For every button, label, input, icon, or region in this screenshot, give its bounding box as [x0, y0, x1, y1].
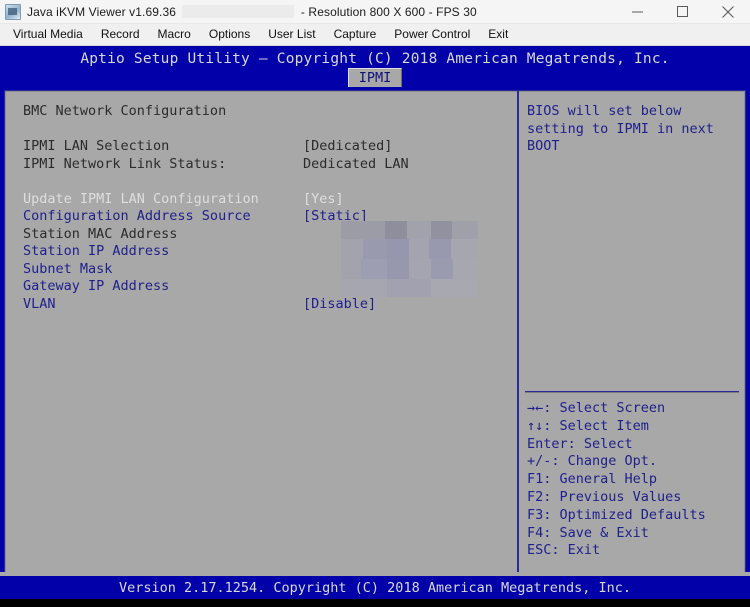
setting-label: Update IPMI LAN Configuration: [23, 190, 259, 207]
window-controls: [615, 0, 750, 23]
legend-esc-exit: ESC: Exit: [527, 542, 601, 559]
close-icon[interactable]: [705, 0, 750, 23]
menu-user-list[interactable]: User List: [259, 25, 324, 44]
setting-row-vlan[interactable]: VLAN [Disable]: [23, 296, 517, 314]
legend-select-screen: →←: Select Screen: [527, 400, 666, 416]
bios-content-panel: BMC Network Configuration IPMI LAN Selec…: [4, 90, 746, 580]
setting-row-station-mac-address: Station MAC Address: [23, 226, 517, 244]
bios-footer: Version 2.17.1254. Copyright (C) 2018 Am…: [0, 576, 750, 599]
menu-virtual-media[interactable]: Virtual Media: [4, 25, 92, 44]
kvm-viewer-window: Java iKVM Viewer v1.69.36 - Resolution 8…: [0, 0, 750, 607]
setting-value: Dedicated LAN: [303, 155, 409, 172]
menu-capture[interactable]: Capture: [325, 25, 386, 44]
legend-select-item: ↑↓: Select Item: [527, 417, 649, 434]
setting-label: Station MAC Address: [23, 225, 178, 242]
menu-bar: Virtual Media Record Macro Options User …: [0, 24, 750, 46]
section-title: BMC Network Configuration: [23, 103, 227, 119]
setting-row-station-ip-address[interactable]: Station IP Address: [23, 243, 517, 261]
window-title-suffix: - Resolution 800 X 600 - FPS 30: [300, 4, 477, 19]
setting-row-configuration-address-source[interactable]: Configuration Address Source [Static]: [23, 208, 517, 226]
legend-f3-optimized-defaults: F3: Optimized Defaults: [527, 506, 706, 523]
setting-value: [Disable]: [303, 295, 377, 312]
setting-row-ipmi-lan-selection[interactable]: IPMI LAN Selection [Dedicated]: [23, 138, 517, 156]
setting-label: Configuration Address Source: [23, 208, 251, 224]
menu-options[interactable]: Options: [200, 25, 259, 44]
bios-tab-row: IPMI: [0, 68, 750, 87]
help-pane: BIOS will set below setting to IPMI in n…: [521, 91, 745, 579]
legend-f2-previous-values: F2: Previous Values: [527, 488, 682, 505]
setting-value: [Static]: [303, 208, 369, 224]
bios-header: Aptio Setup Utility – Copyright (C) 2018…: [0, 46, 750, 90]
bios-header-title: Aptio Setup Utility – Copyright (C) 2018…: [80, 51, 670, 67]
menu-macro[interactable]: Macro: [149, 25, 200, 44]
help-divider: [525, 391, 739, 393]
help-text: BIOS will set below setting to IPMI in n…: [527, 103, 723, 154]
legend-enter-select: Enter: Select: [527, 435, 633, 452]
setting-label: IPMI Network Link Status:: [23, 155, 227, 172]
setting-label: IPMI LAN Selection: [23, 138, 170, 154]
setting-row-gateway-ip-address[interactable]: Gateway IP Address: [23, 278, 517, 296]
key-legend: →←: Select Screen ↑↓: Select Item Enter:…: [527, 400, 743, 560]
menu-record[interactable]: Record: [92, 25, 149, 44]
setting-label: VLAN: [23, 295, 56, 312]
maximize-icon[interactable]: [660, 0, 705, 23]
bios-screen: Aptio Setup Utility – Copyright (C) 2018…: [0, 46, 750, 607]
setting-row-subnet-mask[interactable]: Subnet Mask: [23, 261, 517, 279]
setting-label: Subnet Mask: [23, 260, 113, 277]
setting-label: Gateway IP Address: [23, 278, 170, 294]
window-title-app: Java iKVM Viewer v1.69.36: [27, 4, 177, 19]
pane-divider: [517, 91, 519, 579]
kvm-app-icon: [5, 3, 21, 20]
settings-pane: BMC Network Configuration IPMI LAN Selec…: [5, 91, 517, 579]
menu-power-control[interactable]: Power Control: [385, 25, 479, 44]
setting-label: Station IP Address: [23, 243, 170, 259]
legend-f4-save-exit: F4: Save & Exit: [527, 524, 649, 541]
menu-exit[interactable]: Exit: [479, 25, 517, 44]
legend-change-opt: +/-: Change Opt.: [527, 453, 658, 470]
setting-value: [Dedicated]: [303, 138, 393, 154]
setting-value: [Yes]: [303, 190, 344, 207]
window-title: Java iKVM Viewer v1.69.36 - Resolution 8…: [27, 4, 477, 19]
legend-f1-general-help: F1: General Help: [527, 471, 658, 488]
tab-ipmi[interactable]: IPMI: [347, 68, 403, 87]
window-title-redacted-region: [182, 4, 295, 18]
setting-row-update-ipmi-lan-configuration[interactable]: Update IPMI LAN Configuration [Yes]: [23, 191, 517, 209]
minimize-icon[interactable]: [615, 0, 660, 23]
bios-footer-version: Version 2.17.1254. Copyright (C) 2018 Am…: [118, 579, 632, 596]
setting-row-ipmi-network-link-status: IPMI Network Link Status: Dedicated LAN: [23, 156, 517, 174]
window-title-bar: Java iKVM Viewer v1.69.36 - Resolution 8…: [0, 0, 750, 24]
